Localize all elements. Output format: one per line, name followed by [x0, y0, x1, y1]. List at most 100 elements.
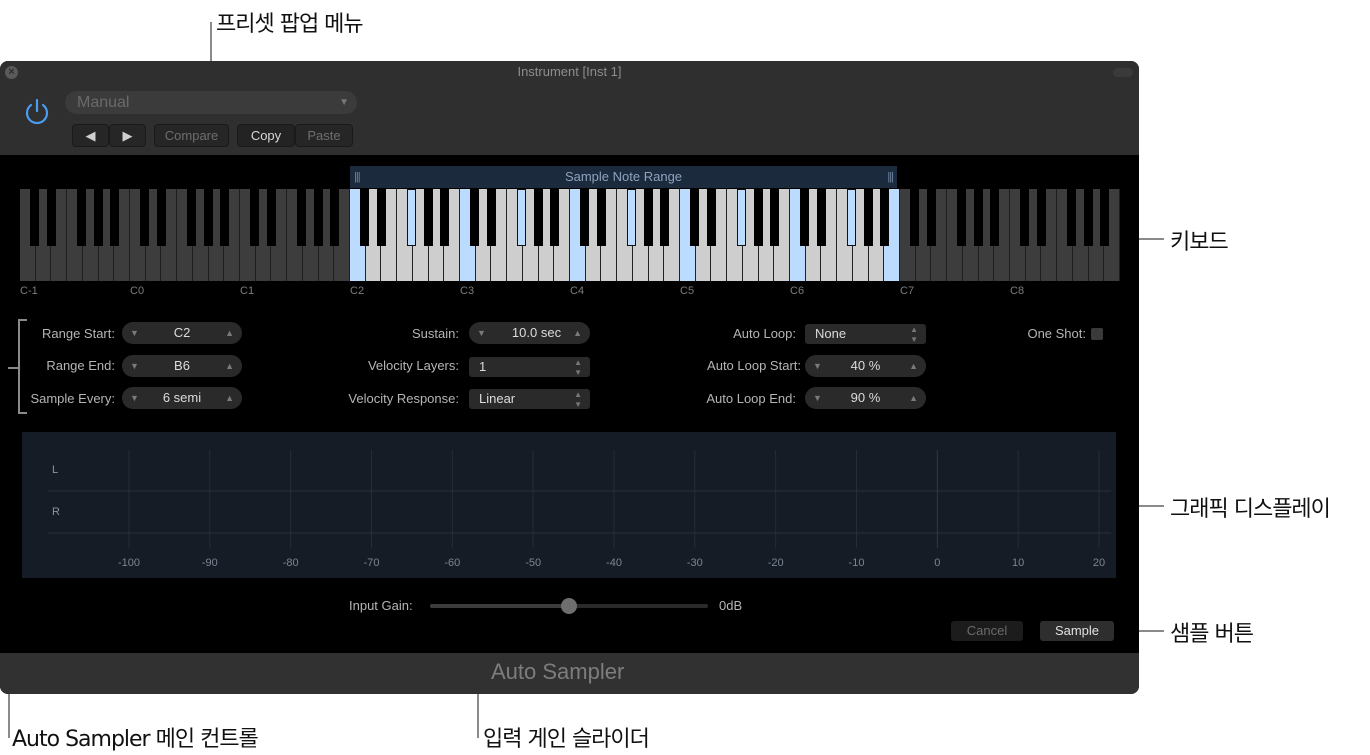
up-down-icon: ▲ ▼	[910, 325, 918, 344]
auto-loop-start-label: Auto Loop Start:	[707, 358, 801, 373]
sample-button[interactable]: Sample	[1040, 621, 1114, 641]
black-key[interactable]	[643, 189, 653, 246]
black-key[interactable]	[626, 189, 636, 246]
decrement-icon[interactable]: ▼	[130, 355, 139, 377]
window-resize-button[interactable]	[1113, 68, 1133, 77]
range-start-handle[interactable]: |||	[354, 166, 361, 188]
velocity-layers-select[interactable]: 1 ▲ ▼	[469, 357, 590, 377]
black-key[interactable]	[1037, 189, 1047, 246]
black-key[interactable]	[330, 189, 340, 246]
black-key[interactable]	[29, 189, 39, 246]
black-key[interactable]	[1066, 189, 1076, 246]
black-key[interactable]	[770, 189, 780, 246]
black-key[interactable]	[533, 189, 543, 246]
decrement-icon[interactable]: ▼	[813, 387, 822, 409]
range-end-stepper[interactable]: ▼ B6 ▲	[122, 355, 242, 377]
black-key[interactable]	[93, 189, 103, 246]
black-key[interactable]	[406, 189, 416, 246]
black-key[interactable]	[579, 189, 589, 246]
copy-button[interactable]: Copy	[237, 124, 295, 147]
black-key[interactable]	[249, 189, 259, 246]
black-key[interactable]	[927, 189, 937, 246]
input-gain-slider[interactable]	[430, 598, 708, 614]
increment-icon[interactable]: ▲	[573, 322, 582, 344]
black-key[interactable]	[799, 189, 809, 246]
keyboard[interactable]	[20, 189, 1120, 281]
black-key[interactable]	[817, 189, 827, 246]
meter-channel-label: R	[52, 506, 60, 518]
black-key[interactable]	[1100, 189, 1110, 246]
black-key[interactable]	[880, 189, 890, 246]
range-end-handle[interactable]: |||	[887, 166, 894, 188]
black-key[interactable]	[956, 189, 966, 246]
black-key[interactable]	[909, 189, 919, 246]
black-key[interactable]	[689, 189, 699, 246]
black-key[interactable]	[296, 189, 306, 246]
power-icon[interactable]	[22, 97, 52, 127]
increment-icon[interactable]: ▲	[225, 322, 234, 344]
black-key[interactable]	[76, 189, 86, 246]
decrement-icon[interactable]: ▼	[477, 322, 486, 344]
auto-loop-start-value: 40 %	[850, 358, 881, 373]
sustain-stepper[interactable]: ▼ 10.0 sec ▲	[469, 322, 590, 344]
black-key[interactable]	[597, 189, 607, 246]
increment-icon[interactable]: ▲	[225, 355, 234, 377]
callout-main-controls: Auto Sampler 메인 컨트롤	[12, 727, 259, 752]
black-key[interactable]	[660, 189, 670, 246]
decrement-icon[interactable]: ▼	[813, 355, 822, 377]
black-key[interactable]	[1083, 189, 1093, 246]
decrement-icon[interactable]: ▼	[130, 322, 139, 344]
sample-note-range-bar[interactable]: ||| Sample Note Range |||	[350, 166, 897, 188]
black-key[interactable]	[186, 189, 196, 246]
black-key[interactable]	[487, 189, 497, 246]
increment-icon[interactable]: ▲	[909, 355, 918, 377]
next-preset-button[interactable]: ▶	[109, 124, 146, 147]
black-key[interactable]	[846, 189, 856, 246]
black-key[interactable]	[359, 189, 369, 246]
black-key[interactable]	[1019, 189, 1029, 246]
auto-loop-select[interactable]: None ▲ ▼	[805, 324, 926, 344]
black-key[interactable]	[139, 189, 149, 246]
cancel-button[interactable]: Cancel	[951, 621, 1023, 641]
paste-button[interactable]: Paste	[295, 124, 353, 147]
input-gain-knob[interactable]	[561, 598, 577, 614]
black-key[interactable]	[377, 189, 387, 246]
decrement-icon[interactable]: ▼	[130, 387, 139, 409]
black-key[interactable]	[990, 189, 1000, 246]
black-key[interactable]	[267, 189, 277, 246]
velocity-response-select[interactable]: Linear ▲ ▼	[469, 389, 590, 409]
prev-preset-button[interactable]: ◀	[72, 124, 109, 147]
black-key[interactable]	[440, 189, 450, 246]
octave-label: C5	[680, 285, 695, 297]
increment-icon[interactable]: ▲	[225, 387, 234, 409]
octave-label: C4	[570, 285, 585, 297]
black-key[interactable]	[110, 189, 120, 246]
black-key[interactable]	[516, 189, 526, 246]
meter-scale-label: 0	[934, 557, 940, 569]
black-key[interactable]	[157, 189, 167, 246]
compare-button[interactable]: Compare	[154, 124, 229, 147]
sample-every-stepper[interactable]: ▼ 6 semi ▲	[122, 387, 242, 409]
black-key[interactable]	[973, 189, 983, 246]
black-key[interactable]	[753, 189, 763, 246]
black-key[interactable]	[736, 189, 746, 246]
octave-label: C-1	[20, 285, 38, 297]
black-key[interactable]	[47, 189, 57, 246]
velocity-layers-value: 1	[479, 359, 487, 374]
black-key[interactable]	[203, 189, 213, 246]
meter-scale-label: -10	[849, 557, 865, 569]
preset-popup-menu[interactable]: Manual ▼	[65, 91, 357, 114]
black-key[interactable]	[220, 189, 230, 246]
auto-loop-end-stepper[interactable]: ▼ 90 % ▲	[805, 387, 926, 409]
black-key[interactable]	[863, 189, 873, 246]
one-shot-checkbox[interactable]	[1091, 328, 1103, 340]
meter-scale-label: -70	[364, 557, 380, 569]
range-start-stepper[interactable]: ▼ C2 ▲	[122, 322, 242, 344]
auto-loop-start-stepper[interactable]: ▼ 40 % ▲	[805, 355, 926, 377]
increment-icon[interactable]: ▲	[909, 387, 918, 409]
black-key[interactable]	[707, 189, 717, 246]
black-key[interactable]	[423, 189, 433, 246]
black-key[interactable]	[550, 189, 560, 246]
black-key[interactable]	[313, 189, 323, 246]
black-key[interactable]	[469, 189, 479, 246]
